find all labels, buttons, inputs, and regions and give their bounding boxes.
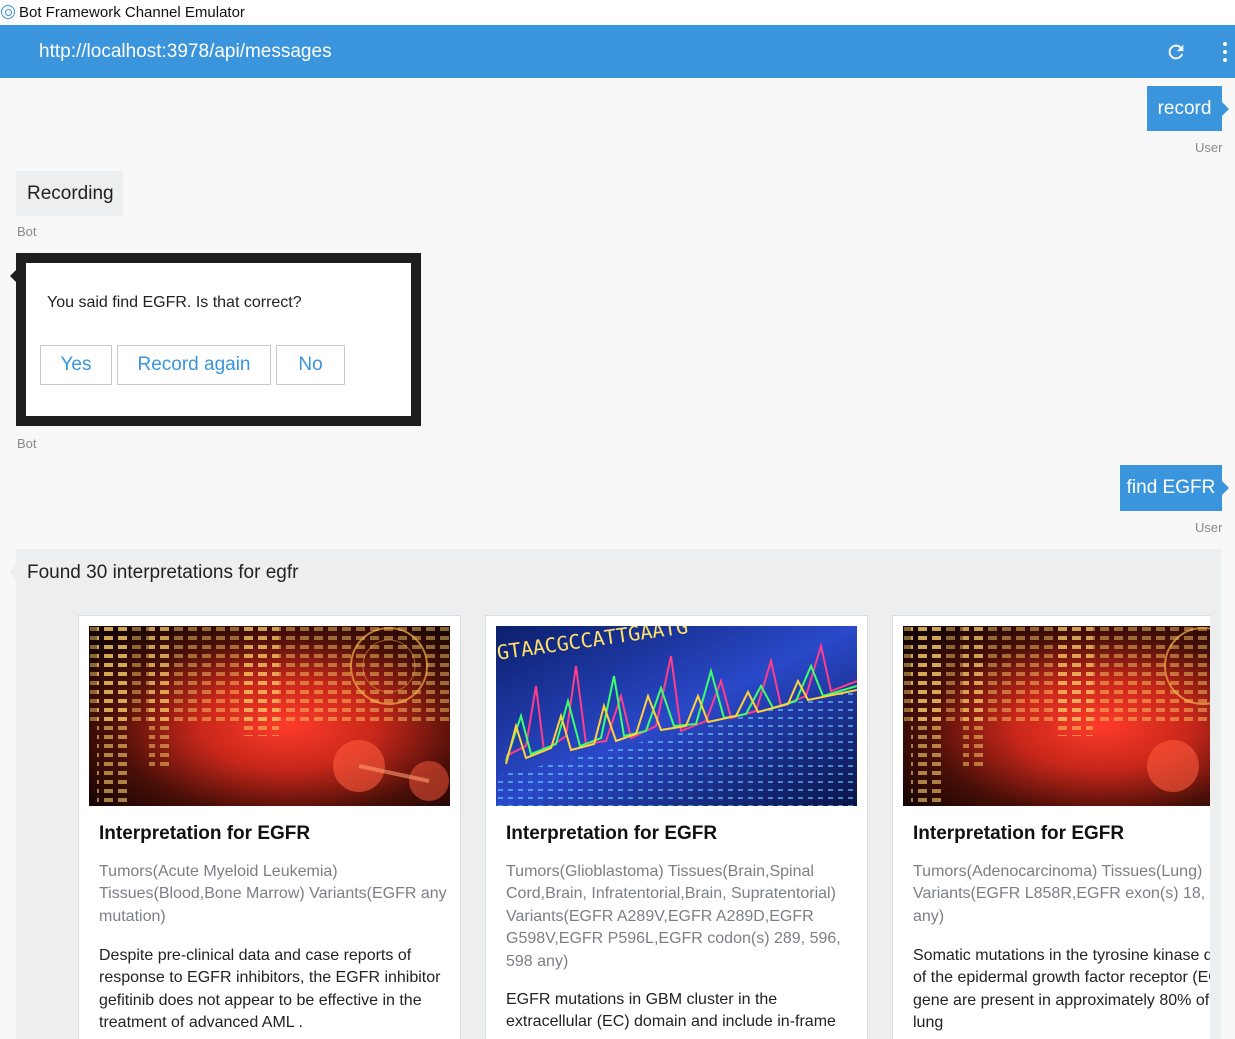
confirmation-card: You said find EGFR. Is that correct? Yes… xyxy=(16,253,421,426)
refresh-icon[interactable] xyxy=(1164,40,1188,64)
page-margin xyxy=(1221,549,1235,1039)
yes-button[interactable]: Yes xyxy=(40,345,112,385)
hero-card[interactable]: Interpretation for EGFR Tumors(Adenocarc… xyxy=(892,615,1235,1039)
card-image: GTAACGCCATTGAATG xyxy=(496,626,857,806)
sender-label: Bot xyxy=(17,436,37,451)
hero-card[interactable]: Interpretation for EGFR Tumors(Acute Mye… xyxy=(78,615,461,1039)
card-text: EGFR mutations in GBM cluster in the ext… xyxy=(506,991,836,1031)
address-bar: http://localhost:3978/api/messages xyxy=(0,25,1235,78)
message-text: find EGFR xyxy=(1126,477,1216,498)
carousel-title: Found 30 interpretations for egfr xyxy=(27,562,299,583)
confirmation-text: You said find EGFR. Is that correct? xyxy=(47,294,302,311)
card-title: Interpretation for EGFR xyxy=(506,823,718,844)
bot-message: Recording xyxy=(16,171,123,216)
card-text: Somatic mutations in the tyrosine kinase… xyxy=(913,947,1235,1032)
message-text: record xyxy=(1157,97,1212,119)
message-text: Recording xyxy=(27,182,114,204)
sender-label: Bot xyxy=(17,224,37,239)
card-subtitle: Tumors(Glioblastoma) Tissues(Brain,Spina… xyxy=(506,863,841,970)
record-again-button[interactable]: Record again xyxy=(117,345,271,385)
sender-label: User xyxy=(1195,520,1223,535)
no-button[interactable]: No xyxy=(276,345,345,385)
endpoint-url[interactable]: http://localhost:3978/api/messages xyxy=(39,41,1164,63)
carousel-right-edge xyxy=(1210,549,1221,1039)
card-image xyxy=(903,626,1235,806)
more-vert-icon[interactable] xyxy=(1220,40,1230,64)
sender-label: User xyxy=(1195,140,1223,155)
window-titlebar: Bot Framework Channel Emulator xyxy=(0,0,1235,24)
hero-card[interactable]: GTAACGCCATTGAATG Interpretation for EGFR… xyxy=(485,615,868,1039)
user-message: find EGFR xyxy=(1120,465,1229,511)
bot-emulator-icon xyxy=(1,5,15,19)
card-title: Interpretation for EGFR xyxy=(99,823,311,844)
card-title: Interpretation for EGFR xyxy=(913,823,1125,844)
card-image xyxy=(89,626,450,806)
user-message: record xyxy=(1147,86,1229,131)
carousel-pointer xyxy=(9,565,16,579)
window-title: Bot Framework Channel Emulator xyxy=(19,3,245,21)
card-subtitle: Tumors(Adenocarcinoma) Tissues(Lung) Var… xyxy=(913,863,1235,925)
card-subtitle: Tumors(Acute Myeloid Leukemia) Tissues(B… xyxy=(99,863,447,925)
card-text: Despite pre-clinical data and case repor… xyxy=(99,947,441,1032)
